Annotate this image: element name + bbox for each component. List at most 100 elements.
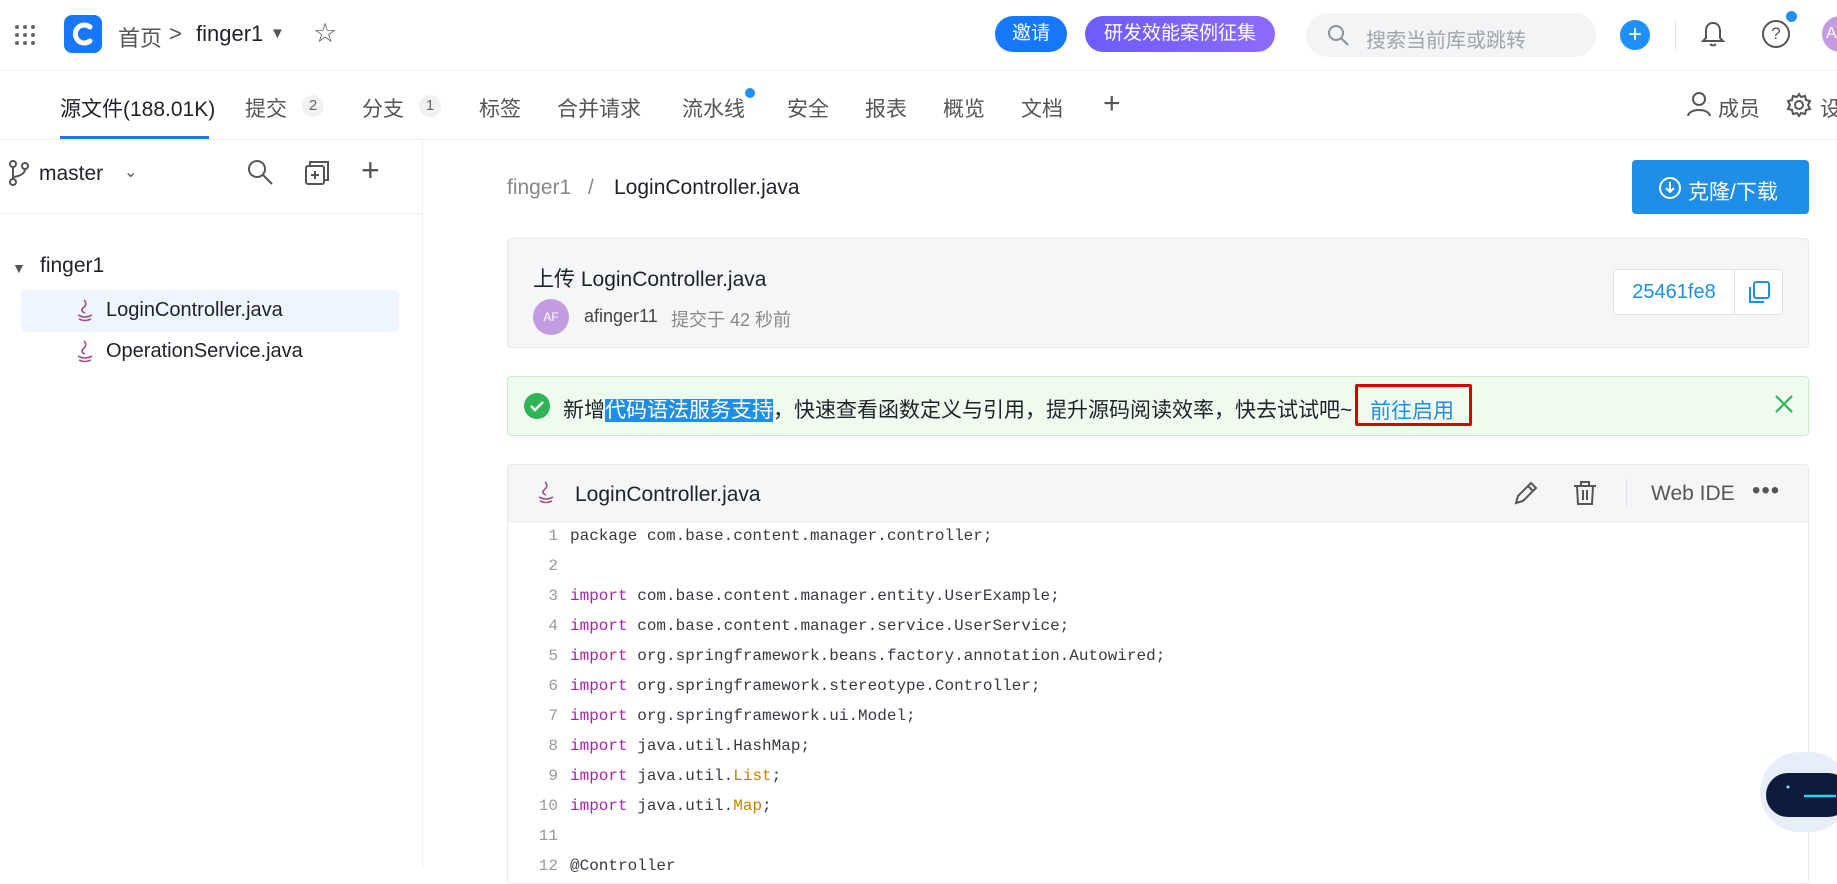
active-tab-indicator xyxy=(60,136,209,139)
tree-file-item[interactable]: LoginController.java xyxy=(21,290,399,332)
enable-link[interactable]: 前往启用 xyxy=(1370,395,1454,425)
file-viewer-header: LoginController.java Web IDE ••• xyxy=(508,465,1808,522)
commit-hash-group: 25461fe8 xyxy=(1613,269,1783,315)
code-text: import org.springframework.ui.Model; xyxy=(570,701,916,731)
notification-dot xyxy=(1786,11,1797,22)
caret-down-icon[interactable]: ▼ xyxy=(12,260,26,276)
tab-security[interactable]: 安全 xyxy=(787,93,829,123)
members-link[interactable]: 成员 xyxy=(1718,93,1760,123)
logo-icon[interactable] xyxy=(64,15,102,53)
chevron-down-icon[interactable]: ▼ xyxy=(270,25,285,42)
user-icon[interactable] xyxy=(1686,91,1712,117)
code-plain: com.base.content.manager.entity.UserExam… xyxy=(627,587,1060,605)
code-plain: @Controller xyxy=(570,857,676,875)
line-number: 6 xyxy=(548,677,558,695)
close-icon[interactable] xyxy=(1771,391,1797,417)
line-number: 12 xyxy=(538,857,558,875)
code-type: List xyxy=(733,767,772,785)
settings-link[interactable]: 设 xyxy=(1820,93,1837,123)
search-placeholder: 搜索当前库或跳转 xyxy=(1366,30,1526,52)
avatar[interactable]: A xyxy=(1822,16,1837,52)
gear-icon[interactable] xyxy=(1786,92,1812,118)
code-line: 11 xyxy=(508,821,1808,851)
search-icon[interactable] xyxy=(246,158,274,186)
line-number: 5 xyxy=(548,647,558,665)
tab-tags[interactable]: 标签 xyxy=(479,93,521,123)
latest-commit-card: 上传 LoginController.java AF afinger11 提交于… xyxy=(507,238,1809,348)
line-number: 4 xyxy=(548,617,558,635)
code-keyword: import xyxy=(570,587,628,605)
breadcrumb-home[interactable]: 首页 xyxy=(118,21,162,53)
commit-time: 提交于 42 秒前 xyxy=(671,310,792,330)
tree-file-item[interactable]: OperationService.java xyxy=(21,331,399,373)
code-line: 2 xyxy=(508,551,1808,581)
feature-notice-banner: 新增代码语法服务支持，快速查看函数定义与引用，提升源码阅读效率，快去试试吧~ 前… xyxy=(507,376,1809,436)
code-text: import org.springframework.beans.factory… xyxy=(570,641,1165,671)
java-file-icon xyxy=(77,299,93,322)
commit-message[interactable]: 上传 LoginController.java xyxy=(533,263,766,293)
code-line: 4 import com.base.content.manager.service… xyxy=(508,611,1808,641)
commit-hash-link[interactable]: 25461fe8 xyxy=(1614,270,1735,314)
tree-file-label: LoginController.java xyxy=(106,299,283,321)
code-type: Map xyxy=(733,797,763,815)
code-text: import org.springframework.stereotype.Co… xyxy=(570,671,1040,701)
tab-commits[interactable]: 提交 xyxy=(245,93,287,123)
invite-button[interactable]: 邀请 xyxy=(995,16,1067,52)
line-number: 10 xyxy=(538,797,558,815)
more-icon[interactable]: ••• xyxy=(1752,477,1780,505)
code-plain: org.springframework.ui.Model; xyxy=(627,707,916,725)
code-keyword: import xyxy=(570,737,628,755)
code-line: 7 import org.springframework.ui.Model; xyxy=(508,701,1808,731)
chevron-down-icon[interactable]: ⌄ xyxy=(124,162,137,182)
tab-reports[interactable]: 报表 xyxy=(865,93,907,123)
code-line: 3 import com.base.content.manager.entity.… xyxy=(508,581,1808,611)
avatar[interactable]: AF xyxy=(533,299,569,335)
code-line: 5 import org.springframework.beans.factor… xyxy=(508,641,1808,671)
tab-docs[interactable]: 文档 xyxy=(1021,93,1063,123)
create-plus-icon[interactable]: + xyxy=(1620,20,1650,50)
help-icon[interactable]: ? xyxy=(1762,20,1790,48)
file-tree-sidebar: master ⌄ + ▼ finger1 LoginController.jav… xyxy=(0,140,423,867)
add-tab-plus-icon[interactable]: + xyxy=(1103,87,1121,121)
bell-icon[interactable] xyxy=(1700,20,1726,48)
tab-source-files[interactable]: 源文件(188.01K) xyxy=(60,93,215,123)
search-input[interactable]: 搜索当前库或跳转 xyxy=(1306,13,1596,57)
code-text: import java.util.List; xyxy=(570,761,781,791)
tab-pipelines[interactable]: 流水线 xyxy=(682,93,745,123)
tab-branches[interactable]: 分支 xyxy=(362,93,404,123)
apps-grid-icon[interactable] xyxy=(13,23,37,47)
tree-root-folder[interactable]: finger1 xyxy=(40,254,104,278)
path-breadcrumb-file: LoginController.java xyxy=(614,176,800,199)
commit-author[interactable]: afinger11 xyxy=(584,306,658,327)
branch-icon xyxy=(9,160,29,186)
code-line: 1 package com.base.content.manager.contro… xyxy=(508,521,1808,551)
copy-icon[interactable] xyxy=(1747,280,1771,304)
code-text: import com.base.content.manager.entity.U… xyxy=(570,581,1060,611)
code-line: 9 import java.util.List; xyxy=(508,761,1808,791)
add-file-icon[interactable]: + xyxy=(361,152,380,189)
edit-icon[interactable] xyxy=(1512,479,1540,507)
star-icon[interactable]: ☆ xyxy=(313,18,337,49)
case-collection-button[interactable]: 研发效能案例征集 xyxy=(1085,16,1275,52)
code-text: package com.base.content.manager.control… xyxy=(570,521,992,551)
download-icon xyxy=(1659,177,1681,199)
clone-download-button[interactable]: 克隆/下载 xyxy=(1632,160,1809,214)
breadcrumb-repo[interactable]: finger1 xyxy=(196,21,263,47)
code-tail: ; xyxy=(762,797,772,815)
line-number: 8 xyxy=(548,737,558,755)
compare-icon[interactable] xyxy=(304,160,330,186)
code-text: @Controller xyxy=(570,851,676,881)
code-text: import java.util.HashMap; xyxy=(570,731,810,761)
web-ide-button[interactable]: Web IDE xyxy=(1651,482,1735,506)
assistant-chat-button[interactable] xyxy=(1760,752,1837,832)
tab-overview[interactable]: 概览 xyxy=(943,93,985,123)
branch-selector[interactable]: master xyxy=(39,162,103,186)
code-plain: org.springframework.beans.factory.annota… xyxy=(627,647,1166,665)
path-breadcrumb-repo[interactable]: finger1 xyxy=(507,176,571,200)
tab-merge-requests[interactable]: 合并请求 xyxy=(557,93,641,123)
notice-highlight: 代码语法服务支持 xyxy=(605,399,773,422)
trash-icon[interactable] xyxy=(1571,479,1599,507)
notice-prefix: 新增 xyxy=(563,399,605,422)
path-separator: / xyxy=(588,176,594,199)
code-line: 6 import org.springframework.stereotype.C… xyxy=(508,671,1808,701)
